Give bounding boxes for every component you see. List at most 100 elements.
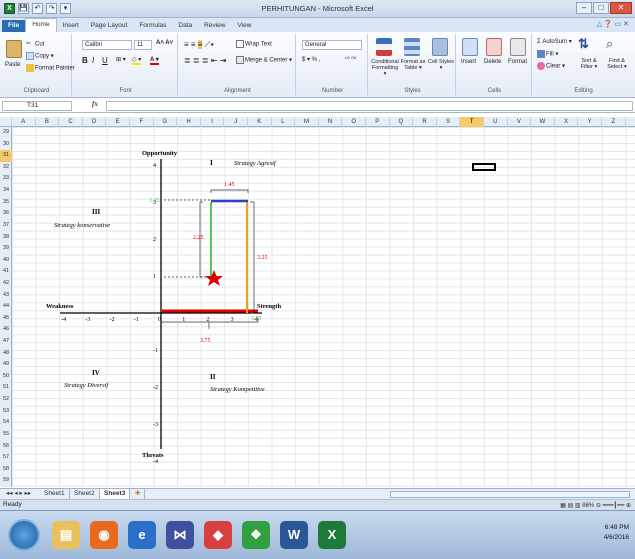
row-header[interactable]: 29 xyxy=(0,127,12,139)
tab-insert[interactable]: Insert xyxy=(57,20,85,32)
tab-file[interactable]: File xyxy=(2,20,26,32)
row-header[interactable]: 30 xyxy=(0,139,12,151)
column-header[interactable]: T xyxy=(460,117,484,127)
bold-button[interactable]: B xyxy=(82,56,88,65)
column-header[interactable]: Y xyxy=(578,117,602,127)
row-header[interactable]: 41 xyxy=(0,266,12,278)
copy-button[interactable]: Copy ▾ xyxy=(26,52,54,60)
horizontal-align-icons[interactable]: ≣ ≣ ≣ ⇤ ⇥ xyxy=(184,56,226,65)
column-header[interactable]: V xyxy=(508,117,532,127)
column-header[interactable]: H xyxy=(177,117,201,127)
format-painter-button[interactable]: Format Painter xyxy=(26,64,75,72)
format-table-button[interactable]: Format as Table ▾ xyxy=(399,59,427,71)
column-header[interactable]: O xyxy=(342,117,366,127)
tab-view[interactable]: View xyxy=(231,20,257,32)
worksheet-grid[interactable]: -4 -3 -2 -1 0 1 2 3 4 4 3 2 1 -1 -2 -3 -4 Opportunity T… xyxy=(12,127,635,487)
merge-center-button[interactable]: Merge & Center ▾ xyxy=(236,56,292,64)
clock-date[interactable]: 4/6/2016 xyxy=(604,534,629,541)
column-header[interactable]: W xyxy=(531,117,555,127)
excel-taskbar-icon[interactable]: X xyxy=(318,521,346,549)
maximize-button[interactable]: □ xyxy=(593,2,609,14)
column-header[interactable]: R xyxy=(413,117,437,127)
row-header[interactable]: 48 xyxy=(0,348,12,360)
column-header[interactable]: S xyxy=(437,117,461,127)
firefox-icon[interactable]: ◉ xyxy=(90,521,118,549)
column-header[interactable]: J xyxy=(224,117,248,127)
clear-button[interactable]: Clear ▾ xyxy=(537,62,565,70)
sheet-nav-icons[interactable]: ◂◂ ◂ ▸ ▸▸ xyxy=(2,489,35,499)
column-header[interactable]: C xyxy=(59,117,83,127)
row-header[interactable]: 36 xyxy=(0,208,12,220)
row-header[interactable]: 39 xyxy=(0,243,12,255)
browser-icon[interactable]: e xyxy=(128,521,156,549)
column-header[interactable]: L xyxy=(272,117,296,127)
column-header[interactable]: G xyxy=(154,117,178,127)
help-icon[interactable]: △ ❓ ▭ ✕ xyxy=(597,20,629,28)
row-header[interactable]: 52 xyxy=(0,394,12,406)
row-header[interactable]: 51 xyxy=(0,382,12,394)
media-icon[interactable]: ⋈ xyxy=(166,521,194,549)
row-header[interactable]: 57 xyxy=(0,452,12,464)
autosum-button[interactable]: Σ AutoSum ▾ xyxy=(537,38,572,45)
row-header[interactable]: 56 xyxy=(0,441,12,453)
find-select-button[interactable]: Find & Select ▾ xyxy=(604,58,630,70)
tab-review[interactable]: Review xyxy=(198,20,231,32)
vertical-align-icons[interactable]: ≡ ≡ ≡ ⟋▾ xyxy=(184,40,214,50)
number-format-buttons[interactable]: $ ▾ % , xyxy=(302,56,320,63)
grow-font-icon[interactable]: A˄ A˅ xyxy=(156,40,173,46)
row-header[interactable]: 50 xyxy=(0,371,12,383)
italic-button[interactable]: I xyxy=(92,56,94,65)
font-name-select[interactable]: Calibri xyxy=(82,40,132,50)
column-header[interactable]: Z xyxy=(602,117,626,127)
column-header[interactable]: B xyxy=(36,117,60,127)
close-button[interactable]: ✕ xyxy=(610,2,632,14)
formula-input[interactable] xyxy=(106,101,633,111)
column-header[interactable]: U xyxy=(484,117,508,127)
fill-color-icon[interactable]: ◇ ▾ xyxy=(132,56,142,65)
app-green-icon[interactable]: ❖ xyxy=(242,521,270,549)
row-header[interactable]: 42 xyxy=(0,278,12,290)
row-header[interactable]: 38 xyxy=(0,232,12,244)
border-icon[interactable]: ⊞ ▾ xyxy=(116,56,126,63)
row-header[interactable]: 45 xyxy=(0,313,12,325)
paste-button[interactable]: Paste xyxy=(5,62,20,68)
row-header[interactable]: 49 xyxy=(0,359,12,371)
app-red-icon[interactable]: ◆ xyxy=(204,521,232,549)
sheet-tab-1[interactable]: Sheet1 xyxy=(40,489,70,499)
row-header[interactable]: 59 xyxy=(0,475,12,487)
row-header[interactable]: 47 xyxy=(0,336,12,348)
row-header[interactable]: 54 xyxy=(0,417,12,429)
word-icon[interactable]: W xyxy=(280,521,308,549)
column-header[interactable]: K xyxy=(248,117,272,127)
column-header[interactable]: I xyxy=(201,117,225,127)
clock-time[interactable]: 6:48 PM xyxy=(605,524,629,531)
row-header[interactable]: 43 xyxy=(0,290,12,302)
font-color-icon[interactable]: A ▾ xyxy=(150,56,159,65)
row-header[interactable]: 33 xyxy=(0,173,12,185)
font-size-select[interactable]: 11 xyxy=(134,40,152,50)
column-header[interactable]: Q xyxy=(390,117,414,127)
column-header[interactable]: A xyxy=(12,117,36,127)
fill-button[interactable]: Fill ▾ xyxy=(537,50,558,58)
row-header[interactable]: 53 xyxy=(0,406,12,418)
cut-button[interactable]: ✂ Cut xyxy=(26,40,44,48)
minimize-button[interactable]: – xyxy=(576,2,592,14)
column-header[interactable]: F xyxy=(130,117,154,127)
tab-home[interactable]: Home xyxy=(25,18,57,32)
tab-page-layout[interactable]: Page Layout xyxy=(85,20,134,32)
format-button[interactable]: Format xyxy=(508,59,527,65)
row-header[interactable]: 46 xyxy=(0,324,12,336)
insert-sheet-icon[interactable]: ✚ xyxy=(131,489,146,499)
decimal-buttons[interactable]: ⁺⁰ ⁰⁰ xyxy=(344,56,356,63)
column-header[interactable]: E xyxy=(106,117,130,127)
row-header[interactable]: 58 xyxy=(0,464,12,476)
wrap-text-button[interactable]: Wrap Text xyxy=(236,40,272,48)
row-header[interactable]: 37 xyxy=(0,220,12,232)
name-box[interactable]: T31 xyxy=(2,101,72,111)
delete-button[interactable]: Delete xyxy=(484,59,501,65)
column-header[interactable]: X xyxy=(555,117,579,127)
fx-icon[interactable]: fx xyxy=(92,100,98,108)
conditional-formatting-button[interactable]: Conditional Formatting ▾ xyxy=(370,59,400,77)
row-header[interactable]: 55 xyxy=(0,429,12,441)
row-header[interactable]: 34 xyxy=(0,185,12,197)
